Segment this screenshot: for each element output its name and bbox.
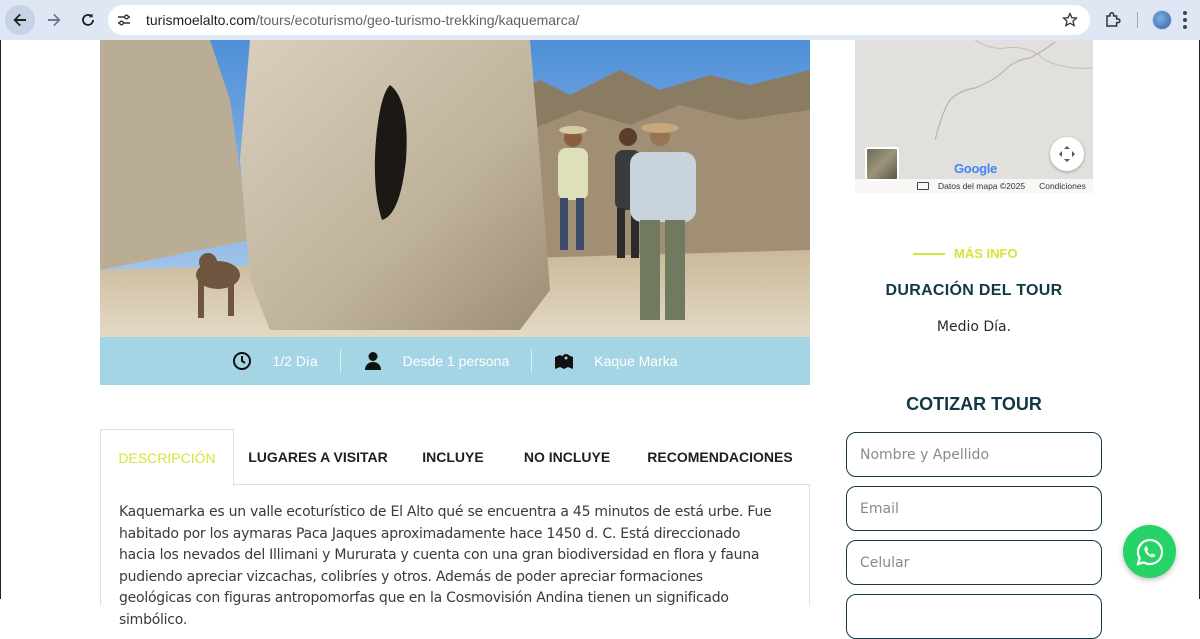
address-bar[interactable]: turismoelalto.com/tours/ecoturismo/geo-t… <box>108 5 1090 35</box>
reload-icon <box>82 13 94 26</box>
tour-duration: 1/2 Día <box>232 351 318 371</box>
map-satellite-toggle[interactable] <box>865 147 899 181</box>
map-marker-icon <box>555 354 574 369</box>
tour-description: Kaquemarka es un valle ecoturístico de E… <box>119 504 772 628</box>
keyboard-shortcuts-icon[interactable] <box>917 182 929 190</box>
tab-recomendaciones[interactable]: RECOMENDACIONES <box>630 429 810 485</box>
tour-location-text: Kaque Marka <box>594 353 678 369</box>
reload-button[interactable] <box>73 5 103 35</box>
url-text: turismoelalto.com/tours/ecoturismo/geo-t… <box>146 12 579 28</box>
quote-title: COTIZAR TOUR <box>906 394 1042 414</box>
tab-no-incluye[interactable]: NO INCLUYE <box>504 429 630 485</box>
toolbar-divider <box>1137 12 1138 28</box>
tour-group-text: Desde 1 persona <box>402 353 510 369</box>
map-data-text: Datos del mapa ©2025 <box>938 181 1026 191</box>
tour-location: Kaque Marka <box>554 351 678 371</box>
map-move-icon <box>1059 146 1075 162</box>
person-icon <box>364 352 381 370</box>
map-attribution: Datos del mapa ©2025 Condiciones <box>855 179 1093 193</box>
browser-toolbar: turismoelalto.com/tours/ecoturismo/geo-t… <box>0 0 1200 40</box>
back-button[interactable] <box>5 5 35 35</box>
profile-avatar[interactable] <box>1152 10 1172 30</box>
google-logo: Google <box>954 161 997 176</box>
tour-info-bar: 1/2 Día Desde 1 persona Kaque Marka <box>100 337 810 385</box>
extensions-icon[interactable] <box>1104 11 1122 29</box>
duration-value: Medio Día. <box>936 319 1012 335</box>
kebab-menu-icon[interactable] <box>1183 11 1187 29</box>
whatsapp-button[interactable] <box>1123 525 1176 578</box>
bookmark-star-icon[interactable] <box>1062 12 1078 28</box>
tab-descripcion[interactable]: DESCRIPCIÓN <box>100 429 234 486</box>
more-info-label: MÁS INFO <box>913 246 1018 261</box>
tour-duration-text: 1/2 Día <box>272 353 318 369</box>
map-fullscreen-button[interactable] <box>1050 137 1084 171</box>
tab-incluye[interactable]: INCLUYE <box>402 429 504 485</box>
google-logo-text: Google <box>954 161 997 176</box>
tour-tabs: DESCRIPCIÓN LUGARES A VISITAR INCLUYE NO… <box>100 429 810 486</box>
forward-button[interactable] <box>39 5 69 35</box>
url-host: turismoelalto.com <box>146 12 256 28</box>
name-field[interactable] <box>846 432 1102 477</box>
tab-lugares-a-visitar[interactable]: LUGARES A VISITAR <box>234 429 402 485</box>
accent-line <box>913 252 945 255</box>
page-content: 1/2 Día Desde 1 persona Kaque Marka DESC… <box>0 40 1200 639</box>
map-terms-link[interactable]: Condiciones <box>1039 181 1086 191</box>
clock-icon <box>233 352 252 370</box>
site-info-icon[interactable] <box>116 12 132 28</box>
back-arrow-icon <box>13 13 26 27</box>
url-path: /tours/ecoturismo/geo-turismo-trekking/k… <box>255 12 580 28</box>
tour-hero-image <box>100 40 810 337</box>
location-map[interactable]: Google Datos del mapa ©2025 Condiciones <box>855 40 1093 193</box>
duration-title: DURACIÓN DEL TOUR <box>885 282 1063 299</box>
info-separator <box>531 349 533 373</box>
email-field[interactable] <box>846 486 1102 531</box>
more-info-text: MÁS INFO <box>954 246 1018 261</box>
next-form-field[interactable] <box>846 594 1102 639</box>
info-separator <box>339 349 341 373</box>
whatsapp-icon <box>1135 538 1163 566</box>
phone-field[interactable] <box>846 540 1102 585</box>
tour-group-size: Desde 1 persona <box>363 351 510 371</box>
forward-arrow-icon <box>48 13 61 27</box>
